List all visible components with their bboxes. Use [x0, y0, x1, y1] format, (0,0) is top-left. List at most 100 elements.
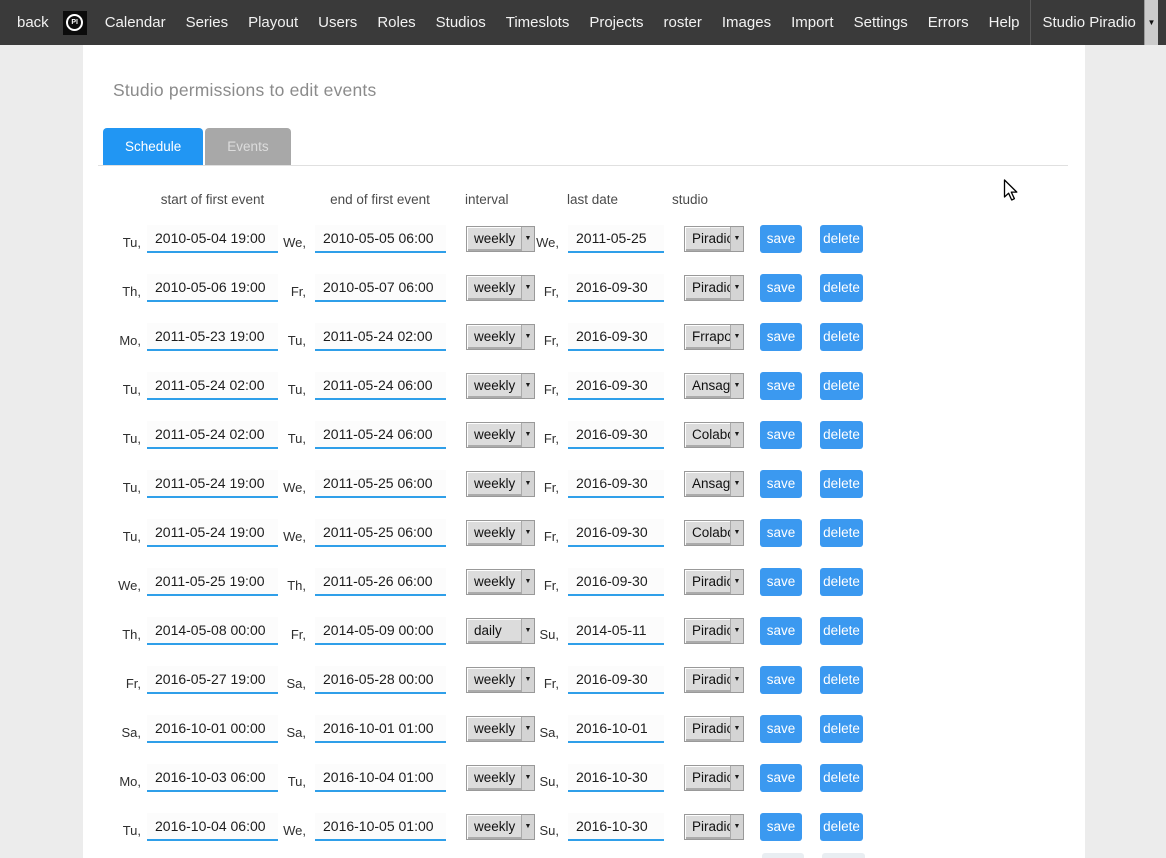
- start-datetime-input[interactable]: [147, 372, 278, 400]
- start-datetime-input[interactable]: [147, 568, 278, 596]
- chevron-down-icon[interactable]: ▼: [521, 668, 534, 692]
- save-button[interactable]: save: [760, 666, 802, 694]
- delete-button[interactable]: delete: [820, 813, 863, 841]
- save-button[interactable]: save: [760, 225, 802, 253]
- studio-select[interactable]: Studio Piradio ▼: [1030, 0, 1158, 45]
- last-date-input[interactable]: [568, 617, 664, 645]
- save-button[interactable]: save: [760, 715, 802, 743]
- delete-button[interactable]: delete: [820, 617, 863, 645]
- last-date-input[interactable]: [568, 323, 664, 351]
- nav-item-import[interactable]: Import: [781, 14, 844, 31]
- last-date-input[interactable]: [568, 274, 664, 302]
- chevron-down-icon[interactable]: ▼: [521, 276, 534, 300]
- studio-select[interactable]: Ansage ▼: [684, 471, 744, 497]
- chevron-down-icon[interactable]: ▼: [730, 766, 743, 790]
- delete-button[interactable]: delete: [820, 470, 863, 498]
- end-datetime-input[interactable]: [315, 225, 446, 253]
- save-button[interactable]: save: [760, 372, 802, 400]
- nav-item-roster[interactable]: roster: [654, 14, 712, 31]
- chevron-down-icon[interactable]: ▼: [730, 815, 743, 839]
- delete-button[interactable]: delete: [820, 323, 863, 351]
- end-datetime-input[interactable]: [315, 813, 446, 841]
- chevron-down-icon[interactable]: ▼: [730, 668, 743, 692]
- tab-events[interactable]: Events: [205, 128, 290, 165]
- nav-item-roles[interactable]: Roles: [367, 14, 425, 31]
- nav-item-playout[interactable]: Playout: [238, 14, 308, 31]
- chevron-down-icon[interactable]: ▼: [730, 423, 743, 447]
- interval-select[interactable]: weekly ▼: [466, 422, 535, 448]
- last-date-input[interactable]: [568, 519, 664, 547]
- partial-delete-button[interactable]: [822, 853, 865, 858]
- end-datetime-input[interactable]: [315, 519, 446, 547]
- studio-select[interactable]: Ansage ▼: [684, 373, 744, 399]
- start-datetime-input[interactable]: [147, 421, 278, 449]
- save-button[interactable]: save: [760, 617, 802, 645]
- last-date-input[interactable]: [568, 764, 664, 792]
- nav-item-timeslots[interactable]: Timeslots: [496, 14, 580, 31]
- chevron-down-icon[interactable]: ▼: [521, 766, 534, 790]
- chevron-down-icon[interactable]: ▼: [730, 227, 743, 251]
- chevron-down-icon[interactable]: ▼: [730, 374, 743, 398]
- chevron-down-icon[interactable]: ▼: [730, 325, 743, 349]
- start-datetime-input[interactable]: [147, 617, 278, 645]
- interval-select[interactable]: daily ▼: [466, 618, 535, 644]
- interval-select[interactable]: weekly ▼: [466, 275, 535, 301]
- interval-select[interactable]: weekly ▼: [466, 569, 535, 595]
- chevron-down-icon[interactable]: ▼: [730, 276, 743, 300]
- start-datetime-input[interactable]: [147, 764, 278, 792]
- studio-select[interactable]: Piradio ▼: [684, 275, 744, 301]
- save-button[interactable]: save: [760, 813, 802, 841]
- interval-select[interactable]: weekly ▼: [466, 814, 535, 840]
- save-button[interactable]: save: [760, 323, 802, 351]
- start-datetime-input[interactable]: [147, 666, 278, 694]
- chevron-down-icon[interactable]: ▼: [521, 717, 534, 741]
- end-datetime-input[interactable]: [315, 715, 446, 743]
- delete-button[interactable]: delete: [820, 274, 863, 302]
- chevron-down-icon[interactable]: ▼: [730, 717, 743, 741]
- start-datetime-input[interactable]: [147, 715, 278, 743]
- app-logo-icon[interactable]: PI: [63, 11, 87, 35]
- interval-select[interactable]: weekly ▼: [466, 765, 535, 791]
- partial-save-button[interactable]: [762, 853, 804, 858]
- end-datetime-input[interactable]: [315, 470, 446, 498]
- delete-button[interactable]: delete: [820, 372, 863, 400]
- save-button[interactable]: save: [760, 421, 802, 449]
- studio-select[interactable]: Piradio ▼: [684, 716, 744, 742]
- studio-select[interactable]: Frrapo ▼: [684, 324, 744, 350]
- last-date-input[interactable]: [568, 225, 664, 253]
- chevron-down-icon[interactable]: ▼: [521, 227, 534, 251]
- project-select[interactable]: Project 88vier ▼: [1158, 0, 1166, 45]
- start-datetime-input[interactable]: [147, 813, 278, 841]
- interval-select[interactable]: weekly ▼: [466, 471, 535, 497]
- nav-item-help[interactable]: Help: [979, 14, 1030, 31]
- end-datetime-input[interactable]: [315, 666, 446, 694]
- studio-select[interactable]: Piradio ▼: [684, 618, 744, 644]
- start-datetime-input[interactable]: [147, 519, 278, 547]
- studio-select[interactable]: Piradio ▼: [684, 814, 744, 840]
- start-datetime-input[interactable]: [147, 470, 278, 498]
- last-date-input[interactable]: [568, 715, 664, 743]
- nav-item-errors[interactable]: Errors: [918, 14, 979, 31]
- save-button[interactable]: save: [760, 568, 802, 596]
- chevron-down-icon[interactable]: ▼: [521, 325, 534, 349]
- end-datetime-input[interactable]: [315, 372, 446, 400]
- nav-item-series[interactable]: Series: [176, 14, 239, 31]
- chevron-down-icon[interactable]: ▼: [521, 472, 534, 496]
- chevron-down-icon[interactable]: ▼: [521, 374, 534, 398]
- chevron-down-icon[interactable]: ▼: [730, 619, 743, 643]
- nav-item-calendar[interactable]: Calendar: [95, 14, 176, 31]
- studio-select[interactable]: Piradio ▼: [684, 569, 744, 595]
- chevron-down-icon[interactable]: ▼: [521, 619, 534, 643]
- delete-button[interactable]: delete: [820, 764, 863, 792]
- chevron-down-icon[interactable]: ▼: [730, 570, 743, 594]
- tab-schedule[interactable]: Schedule: [103, 128, 203, 165]
- nav-item-settings[interactable]: Settings: [844, 14, 918, 31]
- end-datetime-input[interactable]: [315, 421, 446, 449]
- interval-select[interactable]: weekly ▼: [466, 667, 535, 693]
- chevron-down-icon[interactable]: ▼: [730, 472, 743, 496]
- save-button[interactable]: save: [760, 764, 802, 792]
- chevron-down-icon[interactable]: ▼: [521, 423, 534, 447]
- chevron-down-icon[interactable]: ▼: [1144, 0, 1158, 45]
- save-button[interactable]: save: [760, 470, 802, 498]
- nav-item-users[interactable]: Users: [308, 14, 367, 31]
